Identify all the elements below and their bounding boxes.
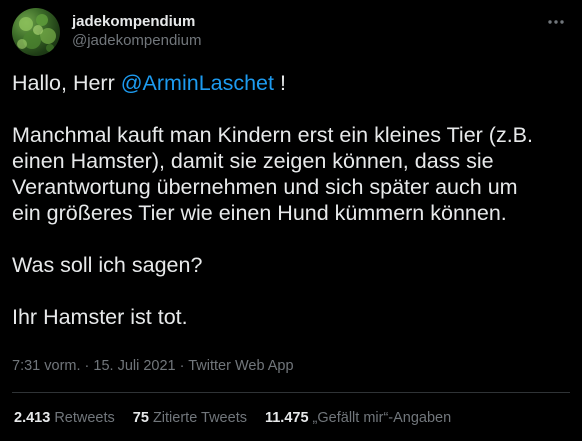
retweets-label: Retweets xyxy=(50,410,115,426)
tweet-time[interactable]: 7:31 vorm. xyxy=(12,358,81,374)
meta-separator: · xyxy=(80,358,94,374)
likes-count: 11.475 xyxy=(264,410,309,426)
likes-label: „Gefällt mir“-Angaben xyxy=(308,410,452,426)
tweet-meta: 7:31 vorm. · 15. Juli 2021 · Twitter Web… xyxy=(12,358,294,374)
tweet-stats: 2.413 Retweets 75 Zitierte Tweets 11.475 „… xyxy=(14,410,469,426)
greeting-suffix: ! xyxy=(274,71,286,95)
tweet-paragraph-line: ein größeres Tier wie einen Hund kümmern… xyxy=(12,201,507,225)
tweet-header: jadekompendium @jadekompendium xyxy=(12,8,570,60)
retweets-count: 2.413 xyxy=(14,410,51,426)
tweet-paragraph-line: Verantwortung übernehmen und sich später… xyxy=(12,175,518,199)
tweet-text: Hallo, Herr @ArminLaschet ! Manchmal kau… xyxy=(12,70,572,330)
tweet-question: Was soll ich sagen? xyxy=(12,253,203,277)
divider xyxy=(12,392,570,393)
plant-avatar-icon xyxy=(17,14,56,52)
user-handle[interactable]: @jadekompendium xyxy=(72,31,201,50)
meta-separator: · xyxy=(175,358,189,374)
retweets-stat[interactable]: 2.413 Retweets xyxy=(14,410,115,426)
tweet-paragraph-line: einen Hamster), damit sie zeigen können,… xyxy=(12,149,494,173)
user-names: jadekompendium @jadekompendium xyxy=(72,12,201,50)
avatar[interactable] xyxy=(12,8,60,56)
tweet-source[interactable]: Twitter Web App xyxy=(188,358,293,374)
quotes-label: Zitierte Tweets xyxy=(148,410,247,426)
tweet-card: jadekompendium @jadekompendium Hallo, He… xyxy=(0,0,582,441)
tweet-punchline: Ihr Hamster ist tot. xyxy=(12,305,188,329)
tweet-date[interactable]: 15. Juli 2021 xyxy=(93,358,175,374)
tweet-line-greeting: Hallo, Herr @ArminLaschet ! xyxy=(12,70,572,96)
quotes-count: 75 xyxy=(132,410,149,426)
display-name[interactable]: jadekompendium xyxy=(72,12,201,31)
quotes-stat[interactable]: 75 Zitierte Tweets xyxy=(133,410,247,426)
tweet-paragraph-line: Manchmal kauft man Kindern erst ein klei… xyxy=(12,123,533,147)
more-options-icon[interactable] xyxy=(546,12,566,32)
greeting-prefix: Hallo, Herr xyxy=(12,71,121,95)
likes-stat[interactable]: 11.475 „Gefällt mir“-Angaben xyxy=(265,410,451,426)
mention-link[interactable]: @ArminLaschet xyxy=(121,71,274,95)
